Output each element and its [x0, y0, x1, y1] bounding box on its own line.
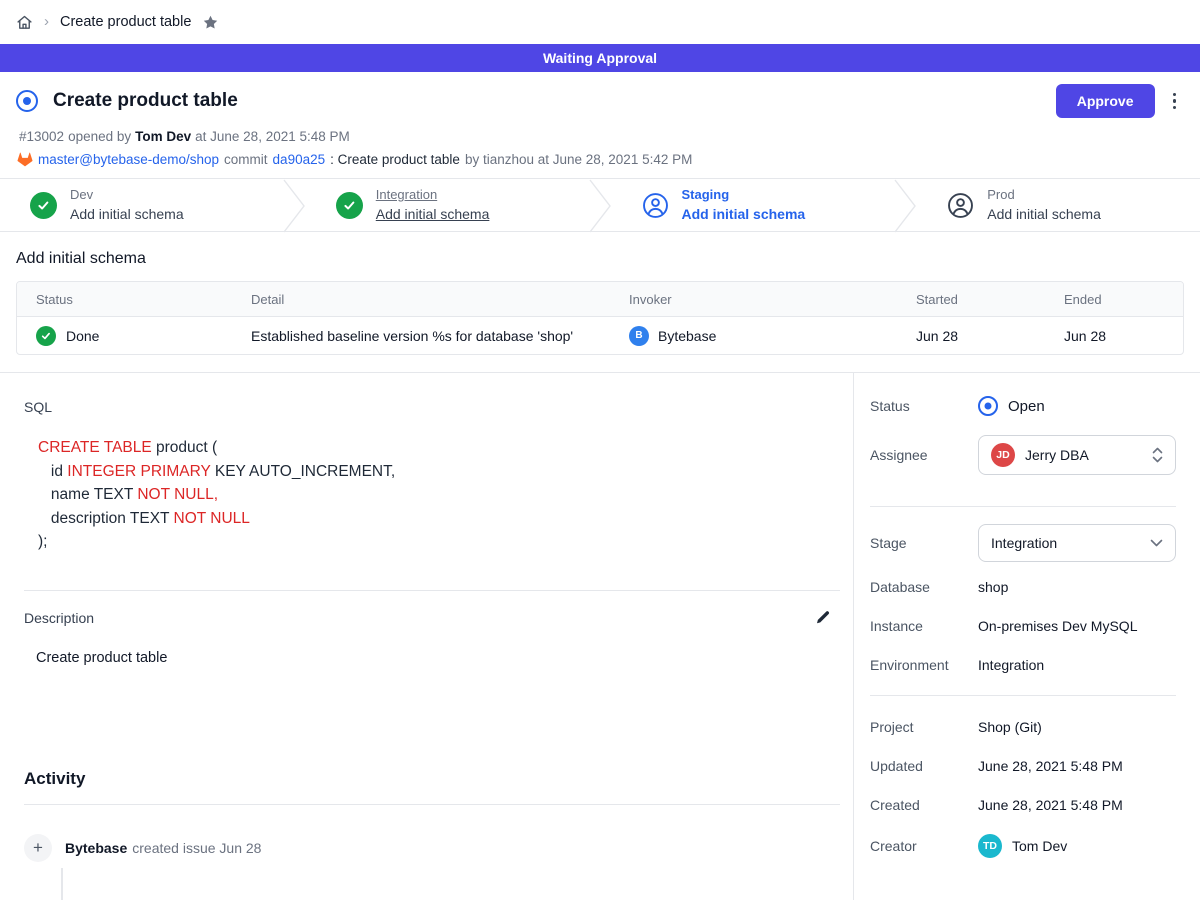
created-label: Created	[870, 797, 978, 813]
avatar: TD	[978, 834, 1002, 858]
stage-separator	[283, 179, 306, 233]
timeline-line	[61, 868, 63, 900]
bytebase-issue-page: › Create product table Waiting Approval …	[0, 0, 1200, 900]
task-status: Done	[66, 328, 99, 344]
col-status: Status	[36, 292, 251, 307]
table-row[interactable]: Done Established baseline version %s for…	[17, 317, 1183, 354]
updown-icon	[1152, 447, 1163, 463]
kebab-menu-icon[interactable]	[1171, 91, 1179, 112]
stage-select[interactable]: Integration	[978, 524, 1176, 562]
stage-separator	[894, 179, 917, 233]
user-circle-icon	[642, 192, 669, 219]
task-table-header: Status Detail Invoker Started Ended	[17, 282, 1183, 317]
issue-sidebar: Status Open Assignee JD Jerry DBA	[854, 373, 1200, 900]
project-value[interactable]: Shop (Git)	[978, 719, 1042, 735]
edit-pencil-icon[interactable]	[813, 608, 833, 628]
plus-icon: +	[24, 834, 52, 862]
task-started: Jun 28	[916, 328, 1064, 344]
updated-label: Updated	[870, 758, 978, 774]
stage-prod[interactable]: Prod Add initial schema	[917, 179, 1200, 231]
avatar: B	[629, 326, 649, 346]
breadcrumb: › Create product table	[0, 0, 1200, 44]
divider	[24, 804, 840, 805]
page-title: Create product table	[53, 90, 238, 112]
description-content[interactable]: Create product table	[36, 650, 853, 666]
task-invoker: Bytebase	[658, 328, 716, 344]
description-label: Description	[24, 610, 94, 626]
status-banner: Waiting Approval	[0, 44, 1200, 72]
assignee-select[interactable]: JD Jerry DBA	[978, 435, 1176, 475]
home-icon[interactable]	[16, 14, 33, 31]
col-detail: Detail	[251, 292, 629, 307]
user-circle-icon	[947, 192, 974, 219]
check-icon	[336, 192, 363, 219]
instance-value[interactable]: On-premises Dev MySQL	[978, 618, 1137, 634]
updated-value: June 28, 2021 5:48 PM	[978, 758, 1123, 774]
gitlab-icon	[17, 152, 33, 167]
creator-label: Creator	[870, 838, 978, 854]
created-value: June 28, 2021 5:48 PM	[978, 797, 1123, 813]
issue-open-icon	[978, 396, 998, 416]
approve-button[interactable]: Approve	[1056, 84, 1155, 118]
project-label: Project	[870, 719, 978, 735]
activity-action: created issue Jun 28	[132, 840, 261, 856]
check-icon	[36, 326, 56, 346]
stage-integration[interactable]: Integration Add initial schema	[306, 179, 589, 231]
status-label: Status	[870, 398, 978, 414]
task-ended: Jun 28	[1064, 328, 1183, 344]
activity-heading: Activity	[24, 769, 853, 789]
activity-item: + Bytebase created issue Jun 28	[24, 834, 853, 862]
assignee-label: Assignee	[870, 447, 978, 463]
status-value: Open	[1008, 398, 1045, 415]
chevron-down-icon	[1150, 539, 1163, 547]
issue-meta: #13002 opened by Tom Dev at June 28, 202…	[19, 129, 1184, 144]
activity-actor: Bytebase	[65, 840, 127, 856]
task-heading: Add initial schema	[16, 250, 1184, 268]
environment-value: Integration	[978, 657, 1044, 673]
pipeline-stage-bar: Dev Add initial schema Integration Add i…	[0, 178, 1200, 232]
divider	[870, 695, 1176, 696]
status-banner-text: Waiting Approval	[543, 50, 657, 66]
instance-label: Instance	[870, 618, 978, 634]
stage-staging[interactable]: Staging Add initial schema	[612, 179, 895, 231]
commit-message: : Create product table	[330, 152, 460, 167]
stage-value: Integration	[991, 535, 1140, 551]
database-label: Database	[870, 579, 978, 595]
sql-label: SQL	[24, 399, 853, 415]
col-started: Started	[916, 292, 1064, 307]
stage-separator	[589, 179, 612, 233]
issue-main-panel: SQL CREATE TABLE product ( id INTEGER PR…	[0, 373, 854, 900]
issue-open-icon	[16, 90, 38, 112]
issue-header: Create product table Approve #13002 open…	[0, 72, 1200, 178]
commit-byline: by tianzhou at June 28, 2021 5:42 PM	[465, 152, 692, 167]
stage-dev[interactable]: Dev Add initial schema	[0, 179, 283, 231]
divider	[870, 506, 1176, 507]
git-commit-line: master@bytebase-demo/shop commit da90a25…	[17, 152, 1184, 167]
assignee-value: Jerry DBA	[1025, 447, 1142, 463]
git-ref-link[interactable]: master@bytebase-demo/shop	[38, 152, 219, 167]
issue-author: Tom Dev	[135, 129, 191, 144]
star-icon[interactable]	[202, 14, 219, 31]
col-ended: Ended	[1064, 292, 1183, 307]
issue-opened-at: at June 28, 2021 5:48 PM	[195, 129, 350, 144]
database-value[interactable]: shop	[978, 579, 1008, 595]
creator-value: Tom Dev	[1012, 838, 1067, 854]
breadcrumb-page-title[interactable]: Create product table	[60, 14, 191, 30]
check-icon	[30, 192, 57, 219]
breadcrumb-separator-icon: ›	[44, 13, 49, 30]
commit-hash-link[interactable]: da90a25	[273, 152, 326, 167]
issue-id: #13002	[19, 129, 64, 144]
avatar: JD	[991, 443, 1015, 467]
environment-label: Environment	[870, 657, 978, 673]
task-detail: Established baseline version %s for data…	[251, 328, 629, 344]
sql-statement: CREATE TABLE product ( id INTEGER PRIMAR…	[38, 436, 853, 554]
stage-label: Stage	[870, 535, 978, 551]
task-section: Add initial schema Status Detail Invoker…	[0, 232, 1200, 355]
divider	[24, 590, 840, 591]
col-invoker: Invoker	[629, 292, 916, 307]
task-table: Status Detail Invoker Started Ended Done…	[16, 281, 1184, 355]
